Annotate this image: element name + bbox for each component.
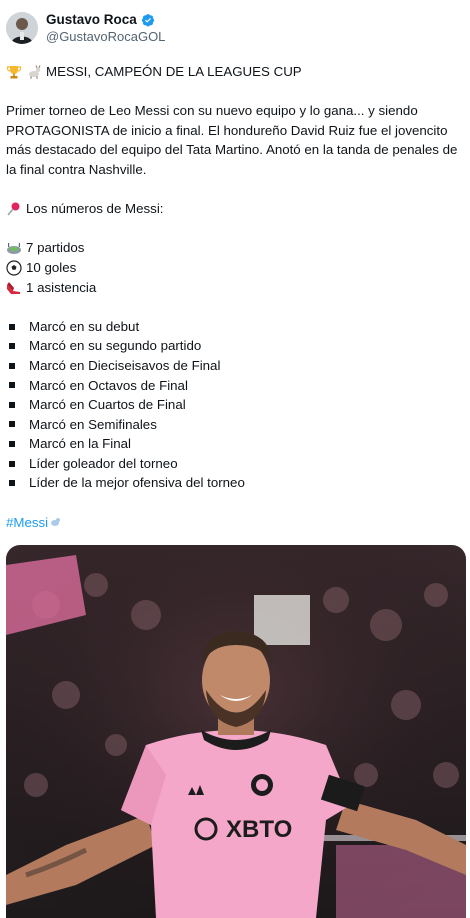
bullet-item: Marcó en Semifinales [6, 415, 464, 435]
verified-badge-icon [141, 13, 154, 26]
bullet-icon [9, 441, 15, 448]
avatar[interactable] [6, 12, 38, 44]
pushpin-icon [7, 202, 20, 216]
stat-row: 7 partidos [6, 238, 464, 258]
cleat-icon [7, 282, 20, 295]
bullet-icon [9, 480, 15, 487]
author-name[interactable]: Gustavo Roca [46, 12, 137, 27]
numbers-intro-line: Los números de Messi: [6, 199, 464, 219]
jersey-sponsor: XBTO [226, 816, 292, 843]
tweet[interactable]: Gustavo Roca @GustavoRocaGOL MESSI, CAMP… [0, 0, 470, 918]
tweet-body: Primer torneo de Leo Messi con su nuevo … [6, 103, 458, 177]
bullet-item: Marcó en Octavos de Final [6, 376, 464, 396]
stat-assists: 1 asistencia [26, 279, 97, 295]
soccer-ball-icon [6, 260, 22, 276]
bullet-item: Marcó en su segundo partido [6, 336, 464, 356]
bullet-item: Marcó en Cuartos de Final [6, 395, 464, 415]
numbers-intro: Los números de Messi: [26, 201, 164, 217]
bullet-icon [9, 323, 15, 330]
bullet-item: Marcó en su debut [6, 317, 464, 337]
bullet-item: Marcó en Dieciseisavos de Final [6, 356, 464, 376]
author-handle[interactable]: @GustavoRocaGOL [46, 29, 165, 44]
bullet-icon [9, 362, 15, 369]
tweet-photo[interactable]: XBTO [6, 545, 466, 918]
goat-icon [29, 65, 41, 79]
trophy-icon [6, 65, 22, 79]
bullet-item: Líder goleador del torneo [6, 454, 464, 474]
hashtag-link[interactable]: #Messi [6, 513, 48, 533]
bullet-icon [9, 460, 15, 467]
headline: MESSI, CAMPEÓN DE LA LEAGUES CUP [46, 64, 302, 79]
stat-row: 1 asistencia [6, 278, 464, 298]
bullet-item: Líder de la mejor ofensiva del torneo [6, 473, 464, 493]
hashtag-line: #Messi [6, 513, 464, 533]
headline-line: MESSI, CAMPEÓN DE LA LEAGUES CUP [6, 62, 464, 82]
bullet-icon [9, 421, 15, 428]
stat-row: 10 goles [6, 258, 464, 278]
tweet-text: MESSI, CAMPEÓN DE LA LEAGUES CUP Primer … [6, 62, 464, 532]
stadium-icon [7, 243, 21, 255]
stat-games: 7 partidos [26, 240, 85, 256]
bullet-icon [9, 343, 15, 350]
messi-celebration-photo: XBTO [6, 545, 466, 918]
bullet-icon [9, 401, 15, 408]
hashtag-emoji-icon [51, 518, 61, 527]
bullet-item: Marcó en la Final [6, 434, 464, 454]
bullet-icon [9, 382, 15, 389]
stat-goals: 10 goles [26, 259, 77, 275]
